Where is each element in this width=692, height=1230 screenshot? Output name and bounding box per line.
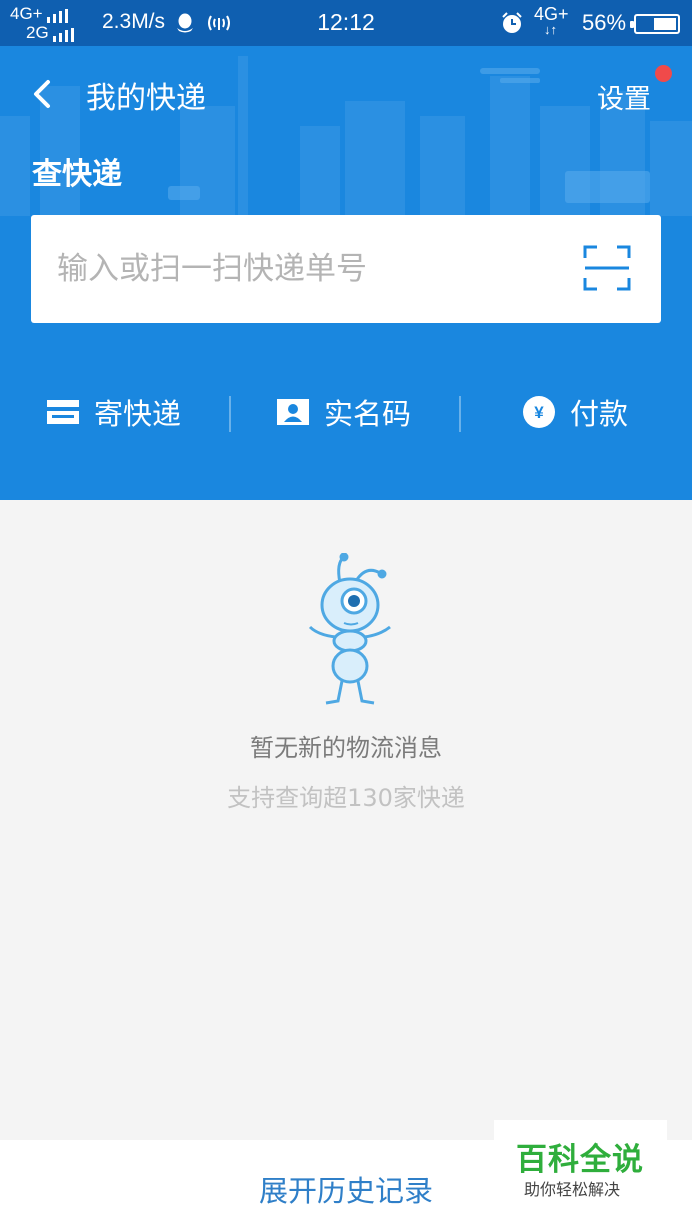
watermark-title: 百科全说 xyxy=(516,1142,644,1178)
id-card-icon xyxy=(277,399,309,425)
card-icon xyxy=(47,400,79,424)
page-title: 我的快递 xyxy=(86,81,206,116)
battery-icon xyxy=(630,14,680,34)
yuan-icon: ¥ xyxy=(523,396,555,428)
ant-mascot-icon xyxy=(308,553,391,705)
payment-button[interactable]: ¥ 付款 xyxy=(522,382,628,442)
watermark-logo: 百科全说 助你轻松解决 xyxy=(494,1120,667,1200)
empty-state-title: 暂无新的物流消息 xyxy=(250,734,442,762)
data-arrows-icon: ↓↑ xyxy=(544,22,557,37)
battery-percent: 56% xyxy=(582,10,627,35)
send-package-button[interactable]: 寄快递 xyxy=(46,382,181,442)
header: 我的快递 设置 查快递 寄快递 xyxy=(0,46,692,500)
notification-badge xyxy=(655,65,672,82)
section-title: 查快递 xyxy=(32,157,122,192)
watermark-subtitle: 助你轻松解决 xyxy=(524,1180,621,1199)
status-bar: 4G+ 2G 2.3M/s 12:12 4G+ ↓↑ 56% xyxy=(0,0,692,46)
back-button[interactable] xyxy=(28,74,58,114)
scan-icon[interactable] xyxy=(583,244,631,292)
settings-button[interactable]: 设置 xyxy=(597,77,651,116)
send-package-label: 寄快递 xyxy=(94,397,182,431)
real-name-code-button[interactable]: 实名码 xyxy=(276,382,411,442)
empty-state-subtitle: 支持查询超130家快递 xyxy=(227,784,465,812)
action-row: 寄快递 实名码 ¥ 付款 xyxy=(0,382,692,442)
divider xyxy=(229,396,231,432)
tracking-search-box xyxy=(31,215,661,323)
tracking-number-input[interactable] xyxy=(57,241,577,297)
real-name-code-label: 实名码 xyxy=(324,397,412,431)
network-type-3-indicator: 4G+ ↓↑ xyxy=(534,4,569,36)
svg-text:¥: ¥ xyxy=(534,403,544,422)
payment-label: 付款 xyxy=(570,397,629,431)
network-type-3: 4G+ xyxy=(534,4,569,24)
alarm-icon xyxy=(502,12,522,33)
divider xyxy=(459,396,461,432)
